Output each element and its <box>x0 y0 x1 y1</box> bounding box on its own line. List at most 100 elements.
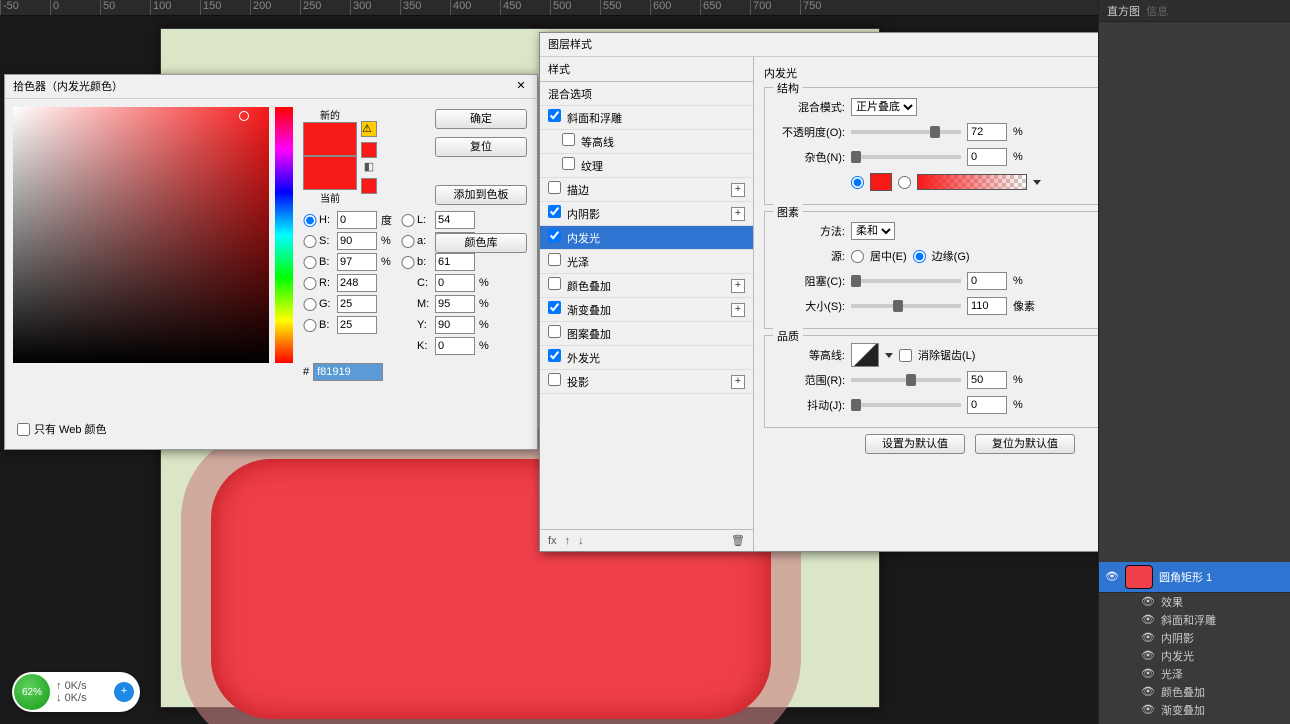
glow-gradient-radio[interactable] <box>898 176 911 189</box>
style-item[interactable]: 斜面和浮雕 <box>540 106 753 130</box>
radio-l[interactable] <box>401 214 415 227</box>
chevron-down-icon[interactable] <box>1033 180 1041 185</box>
style-item[interactable]: 内发光 <box>540 226 753 250</box>
radio-g[interactable] <box>303 298 317 311</box>
opacity-slider[interactable] <box>851 130 961 134</box>
style-item-checkbox[interactable] <box>548 181 561 194</box>
fx-sub-item[interactable]: 👁渐变叠加 <box>1099 701 1290 719</box>
fx-icon[interactable]: fx <box>548 535 557 547</box>
style-item-checkbox[interactable] <box>548 205 561 218</box>
style-item[interactable]: 颜色叠加+ <box>540 274 753 298</box>
cube-icon[interactable]: ◧ <box>361 160 377 176</box>
style-item[interactable]: 纹理 <box>540 154 753 178</box>
jitter-slider[interactable] <box>851 403 961 407</box>
blend-options-item[interactable]: 混合选项 <box>540 82 753 106</box>
style-item[interactable]: 内阴影+ <box>540 202 753 226</box>
fx-sub-item[interactable]: 👁内阴影 <box>1099 629 1290 647</box>
input-c[interactable] <box>435 274 475 292</box>
color-field[interactable] <box>13 107 269 363</box>
style-item-checkbox[interactable] <box>548 253 561 266</box>
chevron-down-icon[interactable] <box>885 353 893 358</box>
input-bv[interactable] <box>337 253 377 271</box>
network-widget[interactable]: 62% ↑ 0K/s↓ 0K/s + <box>12 672 140 712</box>
style-item[interactable]: 外发光 <box>540 346 753 370</box>
radio-b2[interactable] <box>303 319 317 332</box>
new-color-swatch[interactable] <box>303 122 357 156</box>
add-swatch-button[interactable]: 添加到色板 <box>435 185 527 205</box>
gamut-swatch[interactable] <box>361 142 377 158</box>
style-item[interactable]: 等高线 <box>540 130 753 154</box>
choke-slider[interactable] <box>851 279 961 283</box>
method-select[interactable]: 柔和 <box>851 222 895 240</box>
plus-icon[interactable]: + <box>731 183 745 197</box>
fx-sub-item[interactable]: 👁颜色叠加 <box>1099 683 1290 701</box>
radio-a[interactable] <box>401 235 415 248</box>
input-b[interactable] <box>435 253 475 271</box>
set-default-button[interactable]: 设置为默认值 <box>865 434 965 454</box>
input-y[interactable] <box>435 316 475 334</box>
jitter-input[interactable] <box>967 396 1007 414</box>
style-item-checkbox[interactable] <box>548 109 561 122</box>
arrow-down-icon[interactable]: ↓ <box>578 535 584 547</box>
current-color-swatch[interactable] <box>303 156 357 190</box>
style-item-checkbox[interactable] <box>562 157 575 170</box>
style-item-checkbox[interactable] <box>548 229 561 242</box>
source-center-radio[interactable] <box>851 250 864 263</box>
style-item-checkbox[interactable] <box>548 301 561 314</box>
blend-mode-select[interactable]: 正片叠底 <box>851 98 917 116</box>
range-slider[interactable] <box>851 378 961 382</box>
style-item-checkbox[interactable] <box>548 277 561 290</box>
fx-sub-item[interactable]: 👁内发光 <box>1099 647 1290 665</box>
hue-strip[interactable] <box>275 107 293 363</box>
arrow-up-icon[interactable]: ↑ <box>565 535 571 547</box>
layer-row[interactable]: 👁 圆角矩形 1 <box>1099 562 1290 593</box>
eye-icon[interactable]: 👁 <box>1105 570 1119 584</box>
gamut-warning-icon[interactable]: ⚠ <box>361 121 377 137</box>
color-picker-titlebar[interactable]: 拾色器（内发光颜色） ✕ <box>5 75 537 99</box>
glow-gradient-swatch[interactable] <box>917 174 1027 190</box>
panel-tabs[interactable]: 直方图 信息 <box>1099 0 1290 22</box>
input-b2[interactable] <box>337 316 377 334</box>
style-item-checkbox[interactable] <box>562 133 575 146</box>
noise-slider[interactable] <box>851 155 961 159</box>
radio-r[interactable] <box>303 277 317 290</box>
glow-color-swatch[interactable] <box>870 173 892 191</box>
size-input[interactable] <box>967 297 1007 315</box>
input-r[interactable] <box>337 274 377 292</box>
input-s[interactable] <box>337 232 377 250</box>
radio-bv[interactable] <box>303 256 317 269</box>
glow-solid-radio[interactable] <box>851 176 864 189</box>
plus-icon[interactable]: + <box>731 303 745 317</box>
close-icon[interactable]: ✕ <box>513 79 529 95</box>
contour-picker[interactable] <box>851 343 879 367</box>
plus-icon[interactable]: + <box>731 375 745 389</box>
web-swatch[interactable] <box>361 178 377 194</box>
trash-icon[interactable]: 🗑 <box>731 534 745 547</box>
web-only-checkbox[interactable] <box>17 423 30 436</box>
radio-h[interactable] <box>303 214 317 227</box>
plus-icon[interactable]: + <box>731 207 745 221</box>
fx-header[interactable]: 👁效果 <box>1099 593 1290 611</box>
input-m[interactable] <box>435 295 475 313</box>
input-h[interactable] <box>337 211 377 229</box>
hex-input[interactable] <box>313 363 383 381</box>
range-input[interactable] <box>967 371 1007 389</box>
input-k[interactable] <box>435 337 475 355</box>
plus-icon[interactable]: + <box>731 279 745 293</box>
plus-icon[interactable]: + <box>114 682 134 702</box>
input-g[interactable] <box>337 295 377 313</box>
style-item[interactable]: 描边+ <box>540 178 753 202</box>
style-item[interactable]: 渐变叠加+ <box>540 298 753 322</box>
choke-input[interactable] <box>967 272 1007 290</box>
style-item-checkbox[interactable] <box>548 373 561 386</box>
style-item-checkbox[interactable] <box>548 325 561 338</box>
ok-button[interactable]: 确定 <box>435 109 527 129</box>
reset-button[interactable]: 复位 <box>435 137 527 157</box>
noise-input[interactable] <box>967 148 1007 166</box>
source-edge-radio[interactable] <box>913 250 926 263</box>
style-item[interactable]: 图案叠加 <box>540 322 753 346</box>
size-slider[interactable] <box>851 304 961 308</box>
style-item-checkbox[interactable] <box>548 349 561 362</box>
fx-sub-item[interactable]: 👁斜面和浮雕 <box>1099 611 1290 629</box>
antialias-checkbox[interactable] <box>899 349 912 362</box>
